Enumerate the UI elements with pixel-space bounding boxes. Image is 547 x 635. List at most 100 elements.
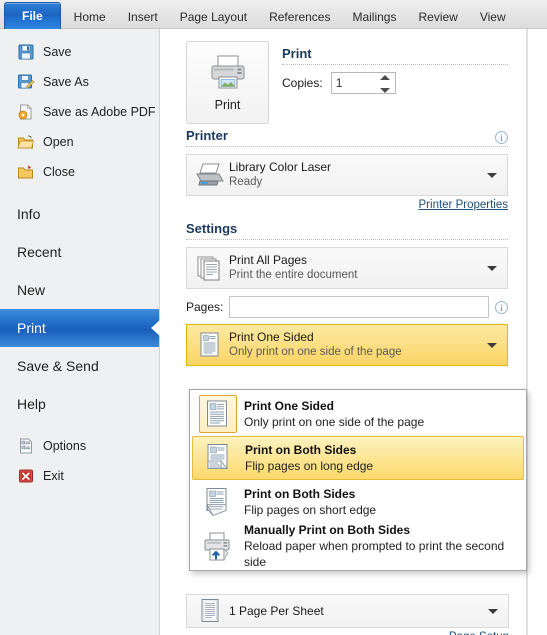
save-as-icon (17, 73, 35, 91)
sidebar-item-save-as[interactable]: Save As (0, 67, 159, 97)
print-range-subtitle: Print the entire document (229, 269, 358, 281)
sidebar-item-label: Exit (43, 469, 64, 483)
manual-duplex-printer-icon (196, 530, 240, 562)
pages-row: Pages: i (186, 296, 508, 318)
sidebar-item-options[interactable]: Options (0, 431, 159, 461)
option-subtitle: Flip pages on long edge (245, 458, 374, 473)
tab-insert[interactable]: Insert (117, 5, 169, 29)
duplex-select[interactable]: Print One Sided Only print on one side o… (186, 324, 508, 366)
option-subtitle: Only print on one side of the page (244, 414, 425, 429)
adobe-pdf-icon (17, 103, 35, 121)
sidebar-item-label: Recent (17, 244, 62, 260)
duplex-option-one-sided[interactable]: Print One Sided Only print on one side o… (192, 392, 524, 436)
print-button-label: Print (214, 98, 241, 112)
printer-properties-link[interactable]: Printer Properties (186, 199, 508, 211)
single-page-icon (195, 598, 225, 624)
printer-select[interactable]: Library Color Laser Ready (186, 154, 508, 196)
tab-page-layout[interactable]: Page Layout (169, 5, 258, 29)
sidebar-item-recent[interactable]: Recent (0, 233, 159, 271)
sidebar-item-label: Print (17, 320, 46, 336)
copies-input[interactable] (331, 73, 377, 93)
copies-label: Copies: (282, 76, 323, 90)
printer-section-head: Printer i (186, 128, 508, 146)
spin-up-icon[interactable] (379, 75, 390, 80)
option-title: Print on Both Sides (244, 486, 356, 501)
printer-select-text: Library Color Laser Ready (225, 160, 507, 190)
ribbon-tabs: File Home Insert Page Layout References … (0, 0, 547, 29)
sidebar-item-help[interactable]: Help (0, 385, 159, 423)
print-range-select[interactable]: Print All Pages Print the entire documen… (186, 247, 508, 289)
spin-down-icon[interactable] (379, 88, 390, 93)
pane-right-gutter (527, 29, 547, 635)
print-section-divider (282, 64, 508, 65)
duplex-option-manual[interactable]: Manually Print on Both Sides Reload pape… (192, 523, 524, 570)
print-section: Print Copies: (282, 41, 508, 94)
option-title: Print on Both Sides (245, 442, 357, 457)
settings-section: Settings Print All Pages Print the entir… (186, 221, 508, 366)
printer-status: Ready (229, 176, 263, 188)
open-folder-icon (17, 133, 35, 151)
duplex-option-text: Print One Sided Only print on one side o… (240, 399, 424, 430)
one-sided-page-icon (199, 395, 237, 433)
sidebar-item-label: Save (43, 45, 72, 59)
options-icon (17, 437, 35, 455)
printer-big-icon (207, 53, 249, 94)
tab-review[interactable]: Review (407, 5, 468, 29)
save-disk-icon (17, 43, 35, 61)
pages-label: Pages: (186, 300, 224, 314)
print-section-title: Print (282, 46, 312, 61)
chevron-down-icon[interactable] (487, 266, 497, 271)
settings-section-title: Settings (186, 221, 238, 236)
sidebar-item-save-as-adobe-pdf[interactable]: Save as Adobe PDF (0, 97, 159, 127)
sidebar-item-save[interactable]: Save (0, 37, 159, 67)
sidebar-item-label: Options (43, 439, 87, 453)
printer-section: Printer i Library Color Laser Ready Prin… (186, 128, 508, 211)
printer-name: Library Color Laser (229, 160, 332, 174)
pages-input[interactable] (229, 296, 489, 318)
page-setup-link[interactable]: Page Setup (186, 631, 509, 635)
sidebar-item-label: Info (17, 206, 41, 222)
pages-per-sheet-select[interactable]: 1 Page Per Sheet (186, 594, 509, 628)
sidebar-item-new[interactable]: New (0, 271, 159, 309)
both-sides-long-edge-icon (197, 442, 241, 474)
pages-per-sheet-text: 1 Page Per Sheet (225, 604, 508, 619)
sidebar-item-save-and-send[interactable]: Save & Send (0, 347, 159, 385)
copies-spin-arrows[interactable] (379, 75, 390, 93)
option-subtitle: Flip pages on short edge (244, 502, 377, 517)
sidebar-item-open[interactable]: Open (0, 127, 159, 157)
chevron-down-icon[interactable] (487, 173, 497, 178)
tab-file[interactable]: File (4, 2, 61, 29)
duplex-option-both-sides-long-edge[interactable]: Print on Both Sides Flip pages on long e… (192, 436, 524, 480)
tab-home[interactable]: Home (63, 5, 117, 29)
backstage-sidebar: Save Save As Save as Adobe PDF Open Clos… (0, 29, 160, 635)
option-subtitle: Reload paper when prompted to print the … (244, 538, 505, 569)
duplex-option-text: Print on Both Sides Flip pages on long e… (241, 443, 373, 474)
copies-stepper[interactable] (330, 72, 396, 94)
print-range-title: Print All Pages (229, 253, 308, 267)
chevron-down-icon[interactable] (488, 609, 498, 614)
sidebar-item-print[interactable]: Print (0, 309, 160, 347)
sidebar-item-label: Open (43, 135, 74, 149)
sidebar-item-close[interactable]: Close (0, 157, 159, 187)
tab-view[interactable]: View (469, 5, 517, 29)
printer-section-title: Printer (186, 128, 228, 143)
selected-pointer-icon (151, 320, 160, 336)
pages-info-icon[interactable]: i (495, 300, 508, 314)
copies-row: Copies: (282, 72, 508, 94)
sidebar-item-label: Close (43, 165, 75, 179)
ribbon-tab-strip: File Home Insert Page Layout References … (0, 0, 547, 29)
printer-info-icon[interactable]: i (495, 130, 508, 144)
sidebar-item-label: Help (17, 396, 46, 412)
print-backstage-window: File Home Insert Page Layout References … (0, 0, 547, 635)
chevron-down-icon[interactable] (487, 343, 497, 348)
sidebar-item-info[interactable]: Info (0, 195, 159, 233)
tab-references[interactable]: References (258, 5, 341, 29)
sidebar-divider-2 (0, 423, 159, 431)
sidebar-item-label: Save as Adobe PDF (43, 105, 156, 119)
duplex-option-both-sides-short-edge[interactable]: Print on Both Sides Flip pages on short … (192, 480, 524, 524)
print-button[interactable]: Print (186, 41, 269, 124)
print-range-text: Print All Pages Print the entire documen… (225, 253, 507, 283)
sidebar-item-exit[interactable]: Exit (0, 461, 159, 491)
duplex-option-text: Manually Print on Both Sides Reload pape… (240, 523, 524, 570)
tab-mailings[interactable]: Mailings (341, 5, 407, 29)
